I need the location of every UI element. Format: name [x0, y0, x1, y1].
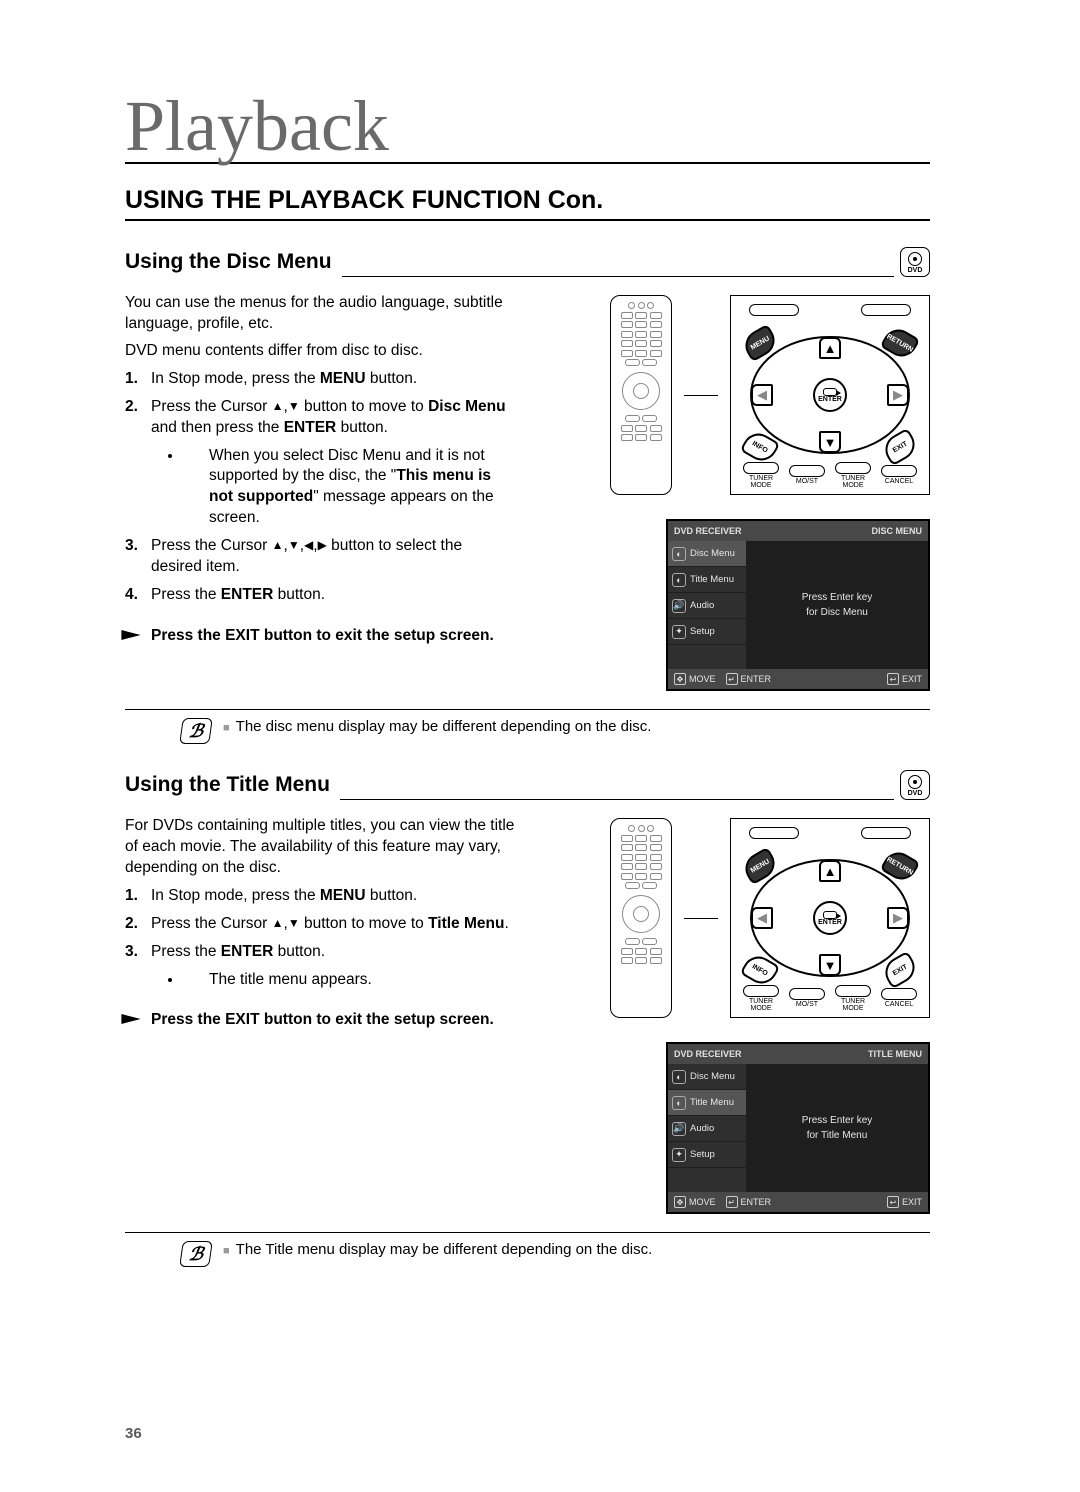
- info-button-icon: INFO: [740, 428, 781, 467]
- note-icon: ℬ: [179, 718, 213, 744]
- dvd-icon: DVD: [900, 770, 930, 800]
- osd-header-right: DISC MENU: [871, 526, 922, 536]
- title-menu-heading: Using the Title Menu: [125, 773, 330, 800]
- disc-menu-heading: Using the Disc Menu: [125, 250, 332, 277]
- disc-menu-intro-2: DVD menu contents differ from disc to di…: [125, 341, 515, 362]
- title-step-3-bullet: The title menu appears.: [183, 970, 515, 991]
- return-button-icon: RETURN: [880, 847, 921, 886]
- disc-step-1: 1. In Stop mode, press the MENU button.: [125, 369, 515, 390]
- disc-menu-text: You can use the menus for the audio lang…: [125, 287, 515, 691]
- disc-note-row: ℬ ■The disc menu display may be differen…: [125, 718, 930, 744]
- divider: [125, 1232, 930, 1233]
- section-heading: USING THE PLAYBACK FUNCTION Con.: [125, 186, 930, 221]
- dpad-figure: MENU RETURN INFO EXIT ENTER TUNER MODE M…: [730, 295, 930, 495]
- cursor-down-icon: [819, 431, 841, 453]
- osd-side-audio: 🔊Audio: [668, 1116, 746, 1142]
- menu-button-icon: MENU: [740, 324, 781, 363]
- disc-exit-note: Press the EXIT button to exit the setup …: [125, 626, 515, 647]
- osd-main-line2: for Title Menu: [807, 1130, 868, 1141]
- remote-control-icon: [610, 818, 672, 1018]
- divider: [125, 709, 930, 710]
- note-icon: ℬ: [179, 1241, 213, 1267]
- osd-disc-menu-figure: DVD RECEIVER DISC MENU ◐Disc Menu ◐Title…: [666, 519, 930, 691]
- osd-side-audio: 🔊Audio: [668, 593, 746, 619]
- title-menu-figures: MENU RETURN INFO EXIT ENTER TUNER MODE M…: [533, 810, 930, 1214]
- disc-note-text: The disc menu display may be different d…: [236, 718, 652, 735]
- menu-button-icon: MENU: [740, 847, 781, 886]
- title-step-2: 2. Press the Cursor ▲,▼ button to move t…: [125, 914, 515, 935]
- exit-button-icon: EXIT: [880, 951, 921, 990]
- title-step-1: 1. In Stop mode, press the MENU button.: [125, 886, 515, 907]
- cursor-left-icon: [751, 907, 773, 929]
- osd-side-title-menu: ◐Title Menu: [668, 567, 746, 593]
- title-menu-intro: For DVDs containing multiple titles, you…: [125, 816, 515, 879]
- leader-line: [684, 395, 718, 396]
- disc-step-3: 3. Press the Cursor ▲,▼,◀,▶ button to se…: [125, 536, 515, 578]
- leader-line: [684, 918, 718, 919]
- remote-control-icon: [610, 295, 672, 495]
- disc-step-2: 2. Press the Cursor ▲,▼ button to move t…: [125, 397, 515, 530]
- exit-button-icon: EXIT: [880, 428, 921, 467]
- osd-header-right: TITLE MENU: [868, 1049, 922, 1059]
- remote-dpad-figure: MENU RETURN INFO EXIT ENTER TUNER MODE M…: [533, 295, 930, 495]
- title-menu-content: For DVDs containing multiple titles, you…: [125, 810, 930, 1214]
- disc-step-4: 4. Press the ENTER button.: [125, 585, 515, 606]
- enter-button-icon: ENTER: [813, 901, 847, 935]
- title-menu-text: For DVDs containing multiple titles, you…: [125, 810, 515, 1214]
- disc-menu-intro-1: You can use the menus for the audio lang…: [125, 293, 515, 335]
- osd-side-setup: ✦Setup: [668, 1142, 746, 1168]
- title-step-3: 3. Press the ENTER button. The title men…: [125, 942, 515, 991]
- osd-header-left: DVD RECEIVER: [674, 526, 742, 536]
- title-exit-note: Press the EXIT button to exit the setup …: [125, 1010, 515, 1031]
- osd-side-title-menu: ◐Title Menu: [668, 1090, 746, 1116]
- dvd-icon: DVD: [900, 247, 930, 277]
- title-menu-heading-row: Using the Title Menu DVD: [125, 770, 930, 800]
- osd-main-line2: for Disc Menu: [806, 607, 868, 618]
- cursor-up-icon: [819, 337, 841, 359]
- osd-main-line1: Press Enter key: [802, 592, 873, 603]
- enter-button-icon: ENTER: [813, 378, 847, 412]
- disc-menu-content: You can use the menus for the audio lang…: [125, 287, 930, 691]
- disc-step-2-bullet: When you select Disc Menu and it is not …: [183, 446, 515, 530]
- dpad-figure: MENU RETURN INFO EXIT ENTER TUNER MODE M…: [730, 818, 930, 1018]
- title-note-row: ℬ ■The Title menu display may be differe…: [125, 1241, 930, 1267]
- osd-side-disc-menu: ◐Disc Menu: [668, 1064, 746, 1090]
- osd-header-left: DVD RECEIVER: [674, 1049, 742, 1059]
- heading-rule: [340, 799, 894, 800]
- cursor-up-icon: [819, 860, 841, 882]
- osd-main-line1: Press Enter key: [802, 1115, 873, 1126]
- cursor-left-icon: [751, 384, 773, 406]
- disc-menu-figures: MENU RETURN INFO EXIT ENTER TUNER MODE M…: [533, 287, 930, 691]
- info-button-icon: INFO: [740, 951, 781, 990]
- heading-rule: [342, 276, 894, 277]
- page-title: Playback: [125, 90, 930, 164]
- osd-side-disc-menu: ◐Disc Menu: [668, 541, 746, 567]
- osd-side-setup: ✦Setup: [668, 619, 746, 645]
- disc-menu-heading-row: Using the Disc Menu DVD: [125, 247, 930, 277]
- remote-dpad-figure: MENU RETURN INFO EXIT ENTER TUNER MODE M…: [533, 818, 930, 1018]
- title-note-text: The Title menu display may be different …: [236, 1241, 653, 1258]
- cursor-down-icon: [819, 954, 841, 976]
- return-button-icon: RETURN: [880, 324, 921, 363]
- osd-title-menu-figure: DVD RECEIVER TITLE MENU ◐Disc Menu ◐Titl…: [666, 1042, 930, 1214]
- cursor-right-icon: [887, 907, 909, 929]
- cursor-right-icon: [887, 384, 909, 406]
- page-number: 36: [125, 1425, 142, 1442]
